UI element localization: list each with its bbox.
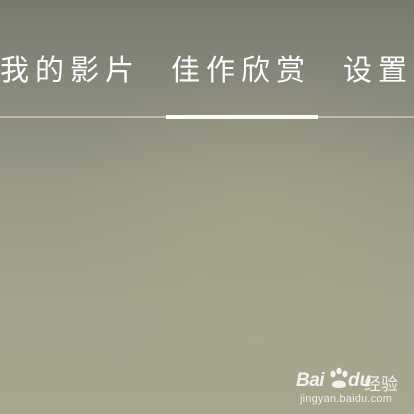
tab-showcase[interactable]: 佳作欣赏: [171, 52, 311, 88]
watermark-product: 经验: [364, 375, 398, 395]
baidu-jingyan-watermark: Bai du 经验 jingyan.baidu.com: [296, 360, 414, 412]
tab-my-videos[interactable]: 我的影片: [0, 52, 140, 88]
watermark-brand-left: Bai: [296, 370, 325, 391]
tab-settings[interactable]: 设置: [343, 52, 413, 88]
tab-bar: 我的影片 佳作欣赏 设置: [0, 0, 414, 120]
paw-icon: [330, 367, 348, 388]
active-tab-indicator: [166, 115, 318, 119]
watermark-url: jingyan.baidu.com: [300, 393, 393, 405]
